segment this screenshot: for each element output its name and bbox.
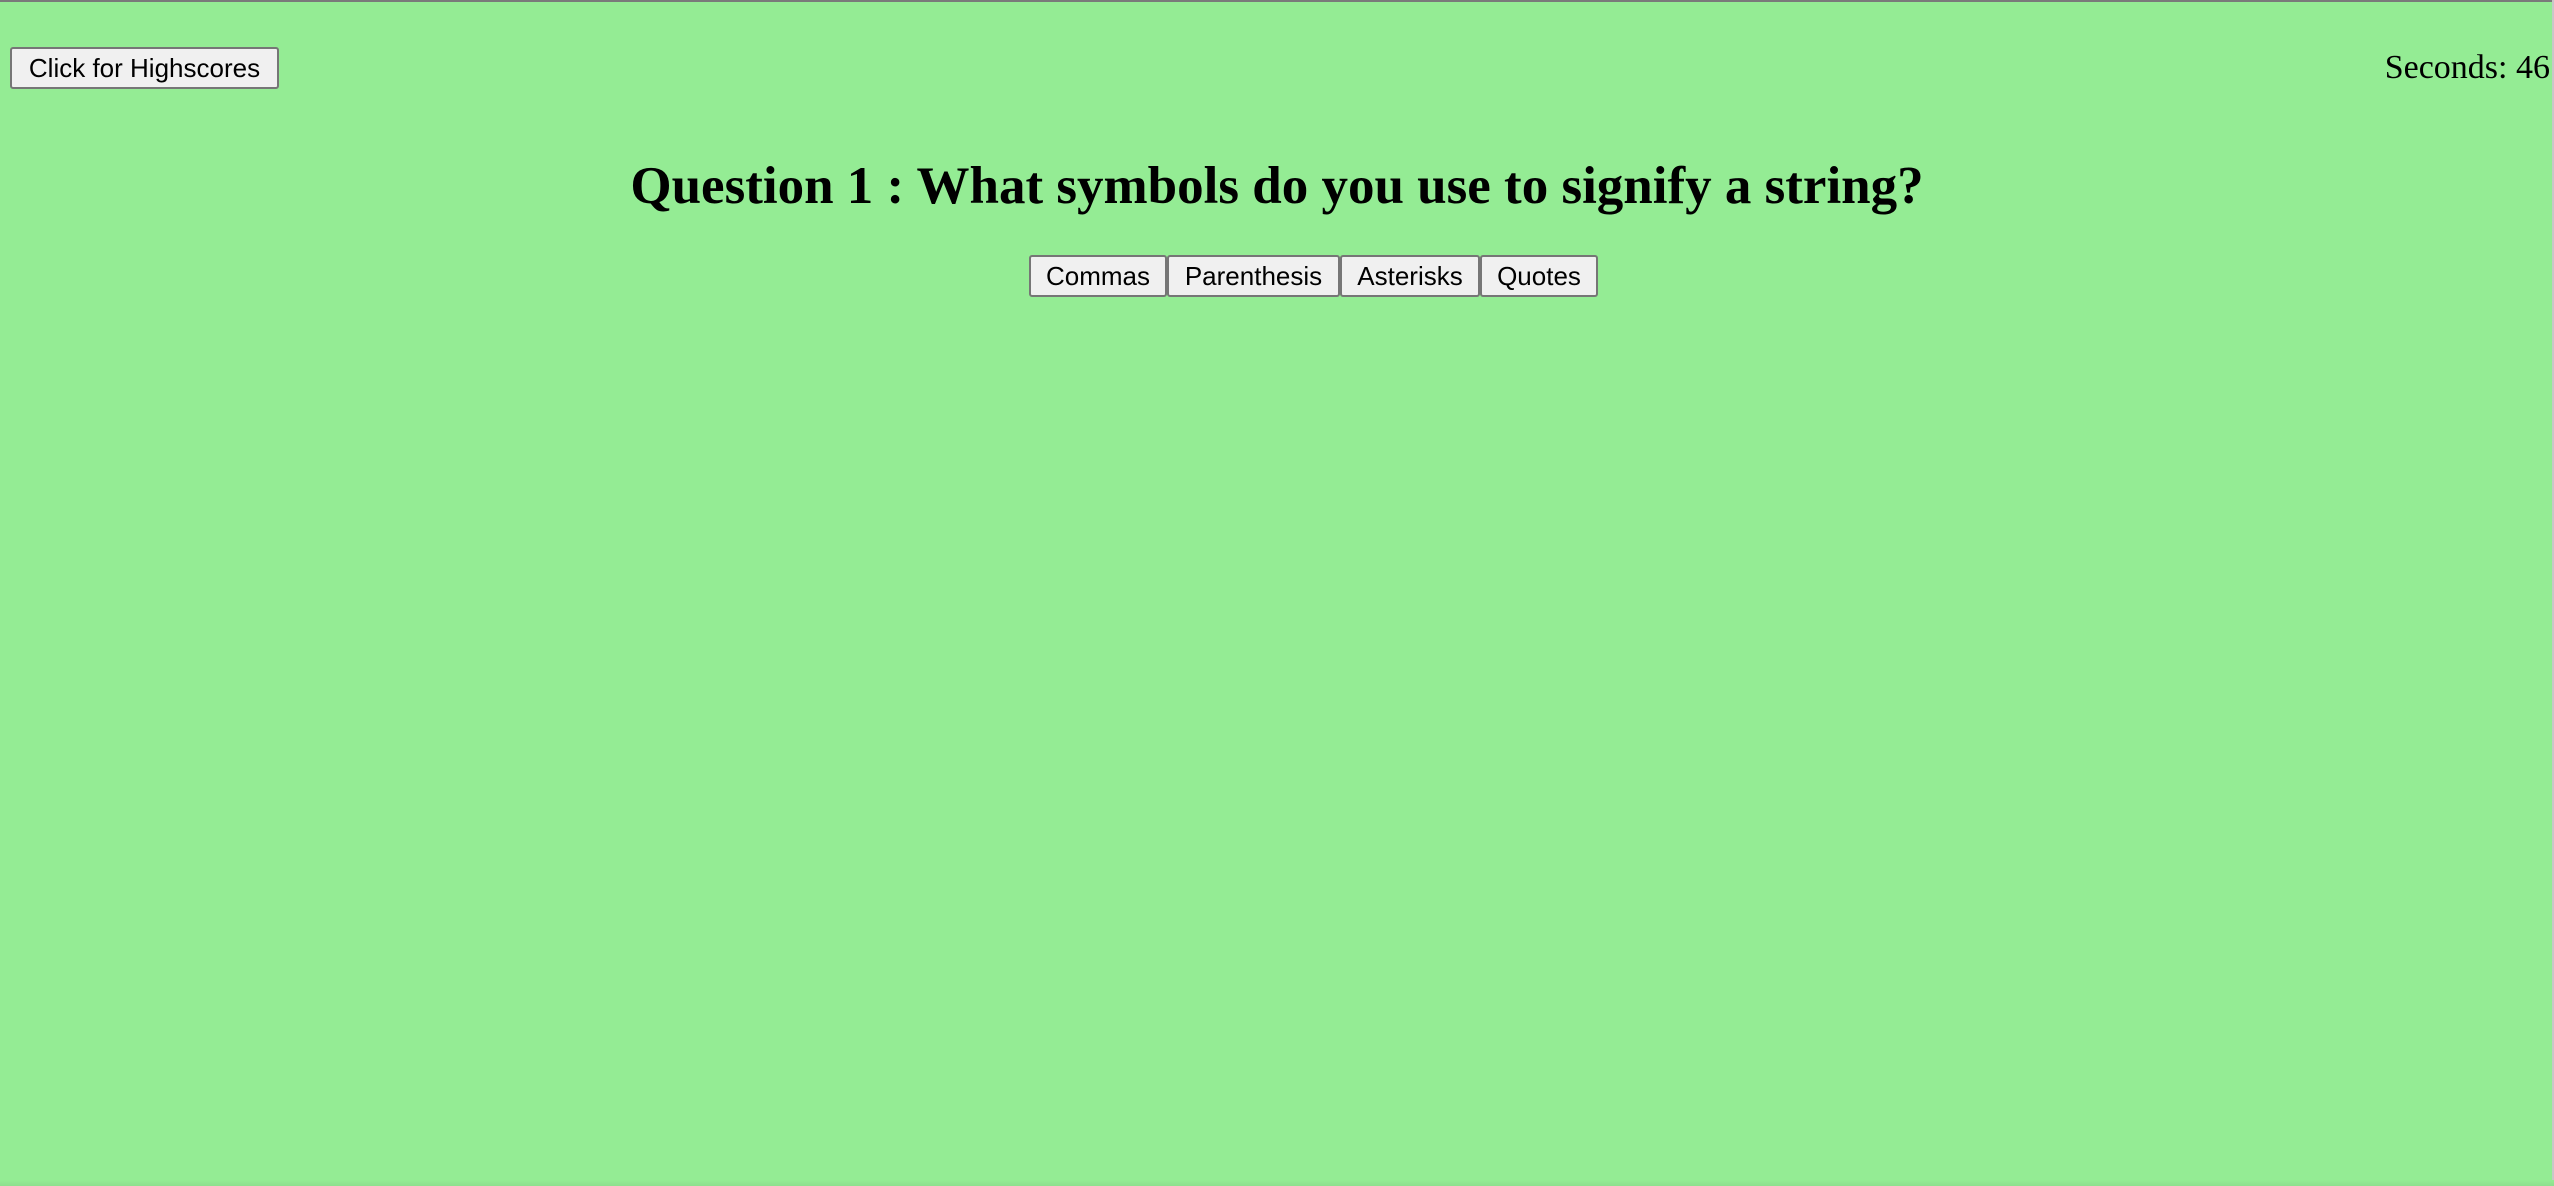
- highscores-button[interactable]: Click for Highscores: [10, 47, 279, 89]
- answer-asterisks-button[interactable]: Asterisks: [1340, 255, 1480, 297]
- timer-display: Seconds: 46: [2384, 49, 2550, 86]
- window-bottom-shade: [0, 1180, 2554, 1186]
- answer-parenthesis-button[interactable]: Parenthesis: [1167, 255, 1340, 297]
- answer-commas-button[interactable]: Commas: [1029, 255, 1167, 297]
- answer-choices: Commas Parenthesis Asterisks Quotes: [1029, 255, 1598, 297]
- question-heading: Question 1 : What symbols do you use to …: [630, 157, 1924, 215]
- window-top-border: [0, 0, 2554, 2]
- answer-quotes-button[interactable]: Quotes: [1480, 255, 1598, 297]
